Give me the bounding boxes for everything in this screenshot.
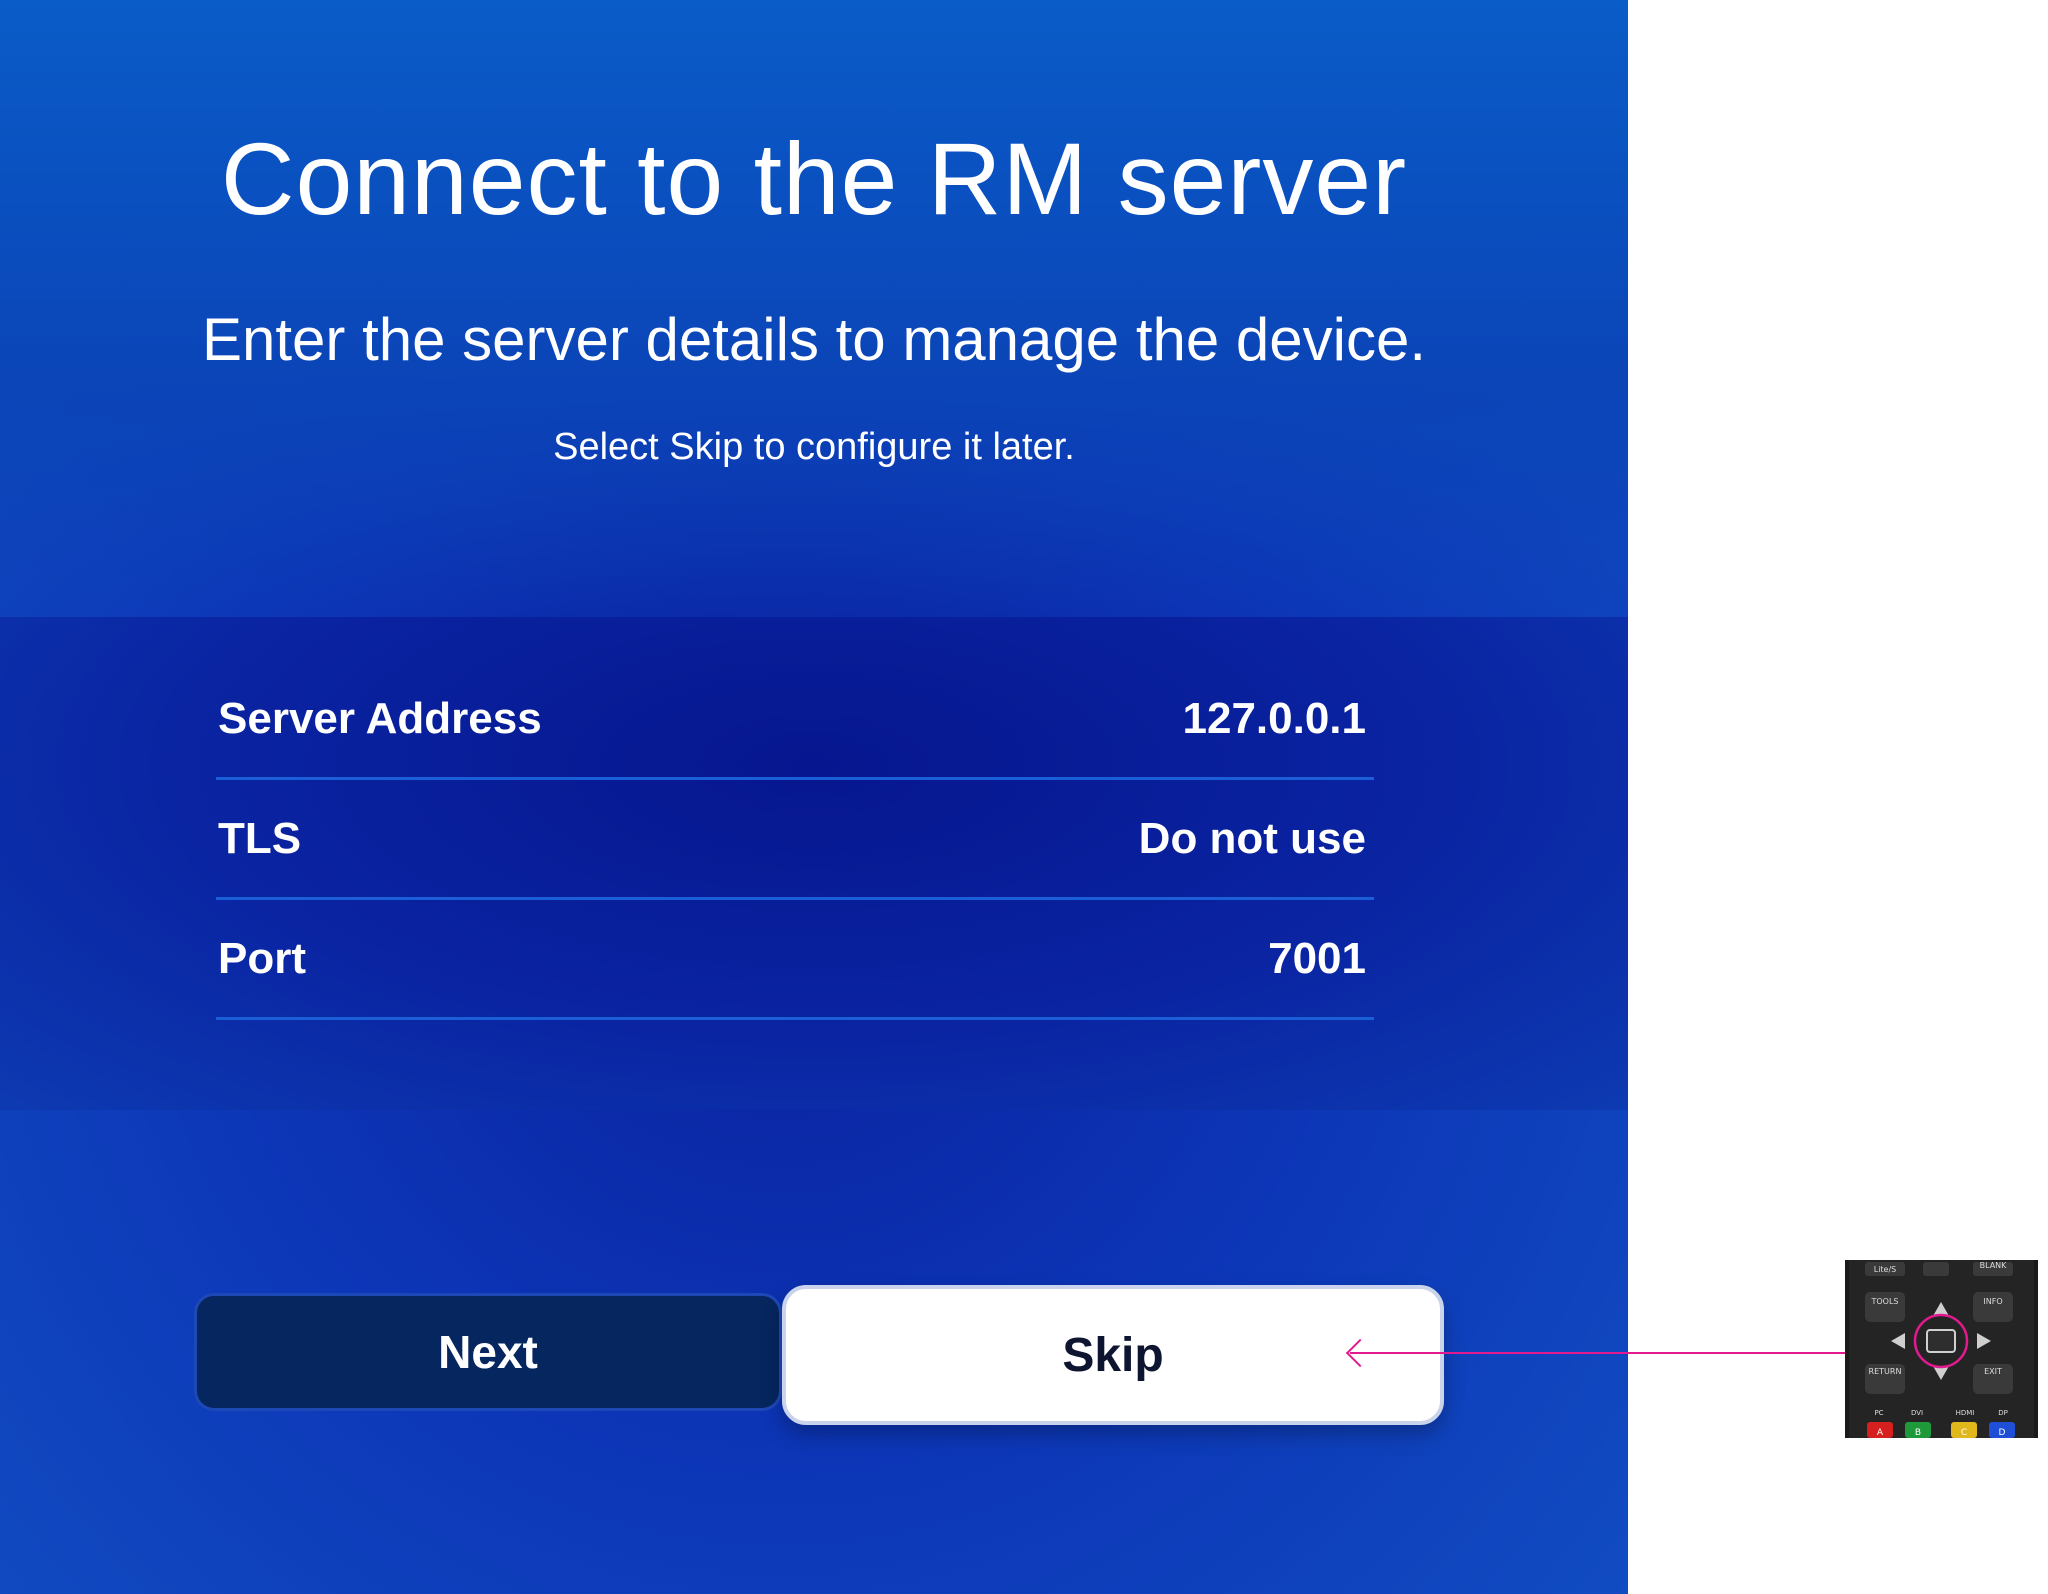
setting-row-port[interactable]: Port 7001 xyxy=(216,900,1374,1020)
server-settings-list: Server Address 127.0.0.1 TLS Do not use … xyxy=(216,660,1374,1020)
setting-label: Port xyxy=(218,933,306,983)
page-title: Connect to the RM server xyxy=(220,122,1408,236)
remote-key-label: INFO xyxy=(1983,1297,2002,1306)
remote-key-label: HDMI xyxy=(1956,1409,1975,1417)
setting-row-tls[interactable]: TLS Do not use xyxy=(216,780,1374,900)
remote-key-label: Lite/S xyxy=(1874,1265,1897,1274)
remote-key-label: RETURN xyxy=(1869,1367,1902,1376)
remote-key-label: D xyxy=(1999,1428,2006,1438)
setting-value: 7001 xyxy=(1268,933,1366,983)
remote-key-label: DVI xyxy=(1911,1409,1923,1417)
remote-control-icon: Lite/S BLANK TOOLS INFO RETURN EXIT PC D… xyxy=(1845,1260,2038,1438)
remote-key-label: BLANK xyxy=(1980,1261,2008,1270)
setting-row-server-address[interactable]: Server Address 127.0.0.1 xyxy=(216,660,1374,780)
enter-key-icon xyxy=(1926,1329,1956,1353)
setting-label: TLS xyxy=(218,813,302,863)
setting-label: Server Address xyxy=(218,693,542,743)
remote-key-label: DP xyxy=(1998,1409,2008,1417)
remote-key-label: TOOLS xyxy=(1870,1297,1898,1306)
next-button[interactable]: Next xyxy=(194,1293,782,1411)
tv-screen: Connect to the RM server Enter the serve… xyxy=(0,0,1628,1594)
action-buttons: Next Skip xyxy=(192,1285,1446,1435)
remote-key-label: PC xyxy=(1874,1409,1883,1417)
remote-control-image: Lite/S BLANK TOOLS INFO RETURN EXIT PC D… xyxy=(1845,1260,2038,1438)
callout-line xyxy=(1350,1352,1920,1354)
skip-button[interactable]: Skip xyxy=(782,1285,1444,1425)
page-subtitle: Enter the server details to manage the d… xyxy=(201,306,1427,373)
remote-key-label: EXIT xyxy=(1984,1367,2002,1376)
remote-key-label: C xyxy=(1961,1428,1967,1438)
setting-value: Do not use xyxy=(1138,813,1366,863)
remote-key-label: A xyxy=(1877,1428,1884,1438)
remote-key-label: B xyxy=(1915,1428,1921,1438)
setting-value: 127.0.0.1 xyxy=(1182,693,1367,743)
skip-hint: Select Skip to configure it later. xyxy=(553,426,1075,468)
